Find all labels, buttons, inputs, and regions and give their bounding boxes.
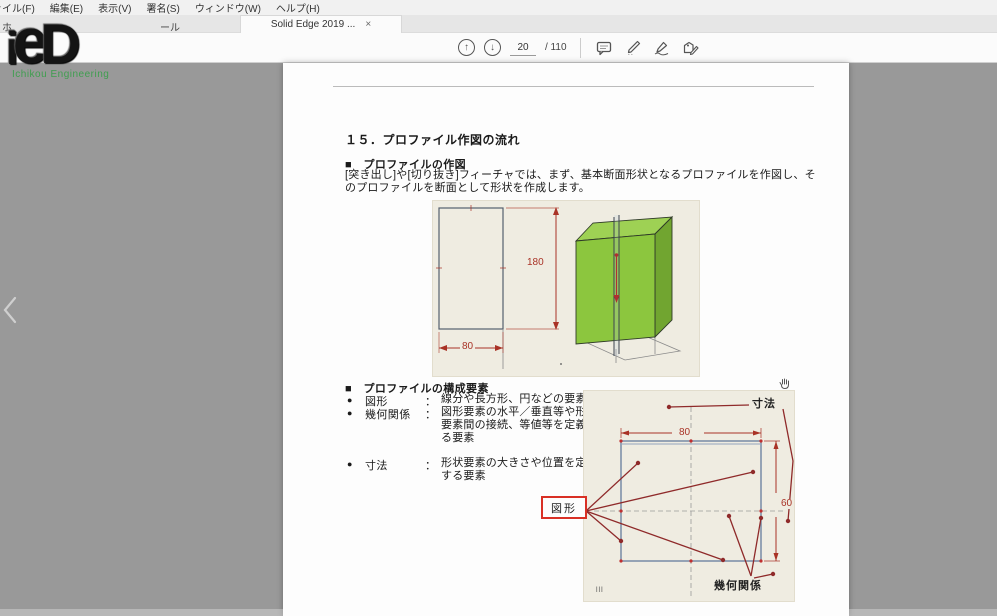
menu-item-sign[interactable]: 署名(S) (146, 0, 179, 15)
dim-label-60: 60 (779, 498, 795, 509)
highlight-pen-icon[interactable] (623, 38, 643, 58)
page-up-button[interactable]: ↑ (458, 39, 475, 56)
label-shape: 図形 (551, 502, 577, 515)
bullet-desc-geometry: 図形要素の水平／垂直等や形状要素間の接続、等値等を定義する要素 (441, 406, 598, 444)
hand-cursor-icon (777, 376, 792, 396)
document-area: １５．プロファイル作図の流れ ■ プロファイルの作図 [突き出し]や[切り抜き]… (0, 63, 997, 616)
previous-page-chevron[interactable] (2, 295, 18, 330)
bullet-marker: ● (347, 459, 353, 469)
bullet-term-geometry: 幾何関係 (365, 409, 411, 421)
dim-label-80: 80 (460, 341, 476, 352)
figure-footnote: lll (596, 587, 604, 594)
menu-item-help[interactable]: ヘルプ(H) (276, 0, 320, 15)
page-number-input[interactable] (510, 39, 536, 56)
arrow-up-icon: ↑ (464, 42, 469, 53)
menu-item-edit[interactable]: 編集(E) (50, 0, 83, 15)
page-header-rule (333, 86, 814, 87)
tab-document[interactable]: Solid Edge 2019 ... × (240, 15, 402, 33)
section-body-text: [突き出し]や[切り抜き]フィーチャでは、まず、基本断面形状となるプロファイルを… (345, 169, 816, 194)
tab-document-label: Solid Edge 2019 ... (270, 19, 356, 30)
bullet-desc-shape: 線分や長方形、円などの要素 (441, 393, 587, 405)
menu-item-view[interactable]: 表示(V) (98, 0, 131, 15)
page-total-label: / 110 (545, 42, 567, 53)
label-shape-box: 図形 (541, 496, 587, 519)
bottom-edge-strip (0, 609, 997, 616)
page-heading: １５．プロファイル作図の流れ (345, 133, 521, 147)
tab-bar: ホ ール Solid Edge 2019 ... × (0, 15, 997, 34)
fill-sign-icon[interactable] (681, 38, 701, 58)
menu-item-file[interactable]: ファイル(F) (0, 0, 35, 15)
label-geometric-relation: 幾何関係 (714, 580, 762, 592)
bullet-marker: ● (347, 395, 353, 405)
menu-item-window[interactable]: ウィンドウ(W) (195, 0, 261, 15)
dim-label-80: 80 (677, 427, 693, 438)
tab-close-icon[interactable]: × (365, 19, 371, 30)
comment-icon[interactable] (594, 38, 614, 58)
figure-sketch-elements: 寸法 幾何関係 80 60 lll (583, 390, 795, 602)
arrow-down-icon: ↓ (490, 42, 495, 53)
pdf-page: １５．プロファイル作図の流れ ■ プロファイルの作図 [突き出し]や[切り抜き]… (283, 63, 849, 616)
page-down-button[interactable]: ↓ (484, 39, 501, 56)
label-dimension: 寸法 (752, 398, 776, 410)
tab-home-partial[interactable]: ホ (2, 19, 12, 34)
bullet-separator: ： (425, 460, 436, 472)
bullet-desc-dimension: 形状要素の大きさや位置を定義する要素 (441, 457, 598, 482)
dim-label-180: 180 (525, 257, 546, 268)
figure-profile-extrude: 180 80 (432, 200, 700, 377)
bullet-term-dimension: 寸法 (365, 460, 388, 472)
bullet-separator: ： (425, 409, 436, 421)
toolbar-divider (579, 37, 581, 58)
bullet-marker: ● (347, 408, 353, 418)
toolbar: ↑ ↓ / 110 (0, 33, 997, 91)
signature-pen-icon[interactable] (652, 38, 672, 58)
menu-bar: ファイル(F) 編集(E) 表示(V) 署名(S) ウィンドウ(W) ヘルプ(H… (0, 0, 997, 15)
acrobat-window: ファイル(F) 編集(E) 表示(V) 署名(S) ウィンドウ(W) ヘルプ(H… (0, 0, 997, 616)
tab-tools-partial[interactable]: ール (160, 19, 180, 34)
